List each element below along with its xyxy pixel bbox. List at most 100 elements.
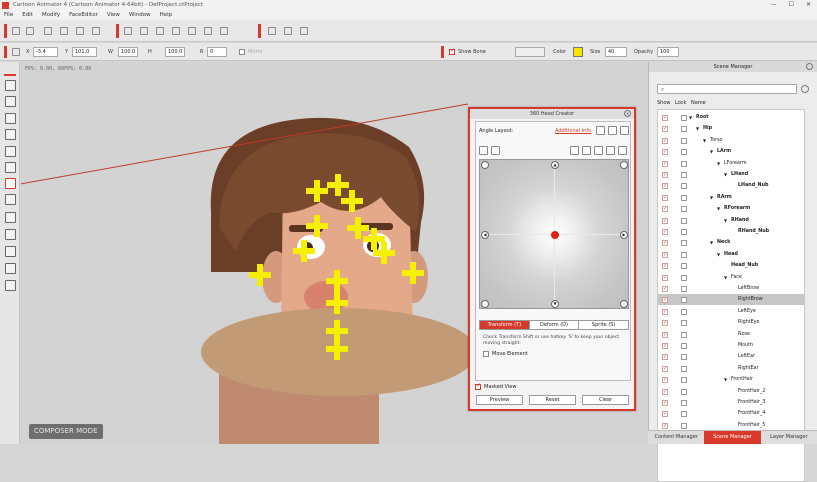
- tree-row[interactable]: ▼ LHand: [658, 169, 804, 181]
- grid-view-icon[interactable]: [570, 146, 579, 155]
- expand-arrow-icon[interactable]: ▼: [703, 138, 706, 143]
- tree-row[interactable]: RightBrow: [658, 294, 804, 306]
- show-checkbox[interactable]: [662, 364, 668, 375]
- show-checkbox[interactable]: [662, 238, 668, 249]
- tree-row[interactable]: ▼ RForearm: [658, 203, 804, 215]
- tree-row[interactable]: RightEye: [658, 317, 804, 329]
- x-field[interactable]: -3.4: [33, 47, 58, 57]
- reset-button[interactable]: Reset: [529, 395, 576, 405]
- move-mode-icon[interactable]: [479, 146, 488, 155]
- ungroup-icon[interactable]: [188, 27, 196, 35]
- lock-checkbox[interactable]: [681, 422, 687, 429]
- link-icon[interactable]: [124, 27, 132, 35]
- bone-handle[interactable]: [306, 215, 328, 237]
- tree-row[interactable]: ▼ Hip: [658, 123, 804, 135]
- h-field[interactable]: 100.0: [165, 47, 185, 57]
- timeline-icon[interactable]: [5, 80, 16, 91]
- folder-icon[interactable]: [620, 126, 629, 135]
- bone-handle[interactable]: [249, 264, 271, 286]
- mirror-checkbox[interactable]: [239, 49, 245, 55]
- show-checkbox[interactable]: [662, 147, 668, 158]
- angle-grid[interactable]: ▲ ▼ ◀ ▶: [479, 159, 629, 309]
- show-checkbox[interactable]: [662, 352, 668, 363]
- actor-icon[interactable]: [5, 280, 16, 291]
- detach-icon[interactable]: [156, 27, 164, 35]
- tree-row[interactable]: FrontHair_4: [658, 408, 804, 420]
- expand-arrow-icon[interactable]: ▼: [710, 149, 713, 154]
- lock-checkbox[interactable]: [681, 251, 687, 258]
- w-field[interactable]: 100.0: [118, 47, 138, 57]
- opacity-field[interactable]: 100: [657, 47, 679, 57]
- tree-row[interactable]: ▼ Neck: [658, 237, 804, 249]
- composer-icon[interactable]: [5, 113, 16, 124]
- show-checkbox[interactable]: [662, 113, 668, 124]
- show-checkbox[interactable]: [662, 261, 668, 272]
- bone-handle[interactable]: [402, 262, 424, 284]
- tree-row[interactable]: ▼ RHand: [658, 215, 804, 227]
- tree-row[interactable]: RHand_Nub: [658, 226, 804, 238]
- head-icon[interactable]: [5, 162, 16, 173]
- options-icon[interactable]: [801, 85, 809, 93]
- tree-row[interactable]: ▼ Root: [658, 112, 804, 124]
- show-checkbox[interactable]: [662, 227, 668, 238]
- lock-checkbox[interactable]: [681, 263, 687, 270]
- expand-arrow-icon[interactable]: ▼: [710, 240, 713, 245]
- show-checkbox[interactable]: [662, 136, 668, 147]
- show-checkbox[interactable]: [662, 250, 668, 261]
- tree-row[interactable]: Nose: [658, 329, 804, 341]
- bone-handle[interactable]: [326, 292, 348, 314]
- corner-point[interactable]: [620, 161, 628, 169]
- corner-point[interactable]: [620, 300, 628, 308]
- grid-icon[interactable]: [300, 27, 308, 35]
- show-checkbox[interactable]: [662, 330, 668, 341]
- stage-icon[interactable]: [5, 229, 16, 240]
- lock-checkbox[interactable]: [681, 331, 687, 338]
- show-checkbox[interactable]: [662, 341, 668, 352]
- expand-arrow-icon[interactable]: ▼: [696, 126, 699, 131]
- bone-handle[interactable]: [373, 242, 395, 264]
- lock-checkbox[interactable]: [681, 217, 687, 224]
- r-field[interactable]: 0: [207, 47, 227, 57]
- bone-handle[interactable]: [341, 190, 363, 212]
- lock-checkbox[interactable]: [681, 115, 687, 121]
- scene-tree[interactable]: ▼ Root▼ Hip▼ Torso▼ LArm▼ LForearm▼ LHan…: [657, 109, 805, 482]
- down-arrow-icon[interactable]: ▼: [551, 300, 559, 308]
- scale-icon[interactable]: [92, 27, 100, 35]
- layer-icon[interactable]: [5, 246, 16, 257]
- lock-checkbox[interactable]: [681, 411, 687, 418]
- align-icon[interactable]: [606, 146, 615, 155]
- expand-arrow-icon[interactable]: ▼: [724, 218, 727, 223]
- angle-marker[interactable]: [551, 231, 559, 239]
- tab-layer-manager[interactable]: Layer Manager: [761, 431, 817, 444]
- corner-point[interactable]: [481, 300, 489, 308]
- lock-checkbox[interactable]: [681, 354, 687, 361]
- menu-file[interactable]: File: [4, 12, 13, 18]
- tree-row[interactable]: LHand_Nub: [658, 180, 804, 192]
- show-checkbox[interactable]: [662, 387, 668, 398]
- undo-icon[interactable]: [12, 27, 20, 35]
- expand-arrow-icon[interactable]: ▼: [724, 377, 727, 382]
- left-arrow-icon[interactable]: ◀: [481, 231, 489, 239]
- close-icon[interactable]: ✕: [806, 1, 811, 8]
- lock-checkbox[interactable]: [681, 206, 687, 213]
- y-field[interactable]: 101.0: [72, 47, 97, 57]
- head-creator-icon[interactable]: [5, 178, 16, 189]
- expand-arrow-icon[interactable]: ▼: [717, 252, 720, 257]
- clear-button[interactable]: Clear: [582, 395, 629, 405]
- tab-transform[interactable]: Transform (T): [480, 321, 530, 329]
- corner-point[interactable]: [481, 161, 489, 169]
- lock-checkbox[interactable]: [681, 183, 687, 190]
- select-icon[interactable]: [44, 27, 52, 35]
- up-arrow-icon[interactable]: ▲: [551, 161, 559, 169]
- show-checkbox[interactable]: [662, 193, 668, 204]
- bone-editor-icon[interactable]: [5, 129, 16, 140]
- lock-checkbox[interactable]: [681, 388, 687, 395]
- show-checkbox[interactable]: [662, 284, 668, 295]
- distribute-icon[interactable]: [220, 27, 228, 35]
- preview-button[interactable]: Preview: [476, 395, 523, 405]
- tree-row[interactable]: ▼ LForearm: [658, 158, 804, 170]
- sprite-editor-icon[interactable]: [5, 96, 16, 107]
- tree-row[interactable]: LeftEye: [658, 306, 804, 318]
- lock-checkbox[interactable]: [681, 308, 687, 315]
- color-swatch[interactable]: [573, 47, 583, 57]
